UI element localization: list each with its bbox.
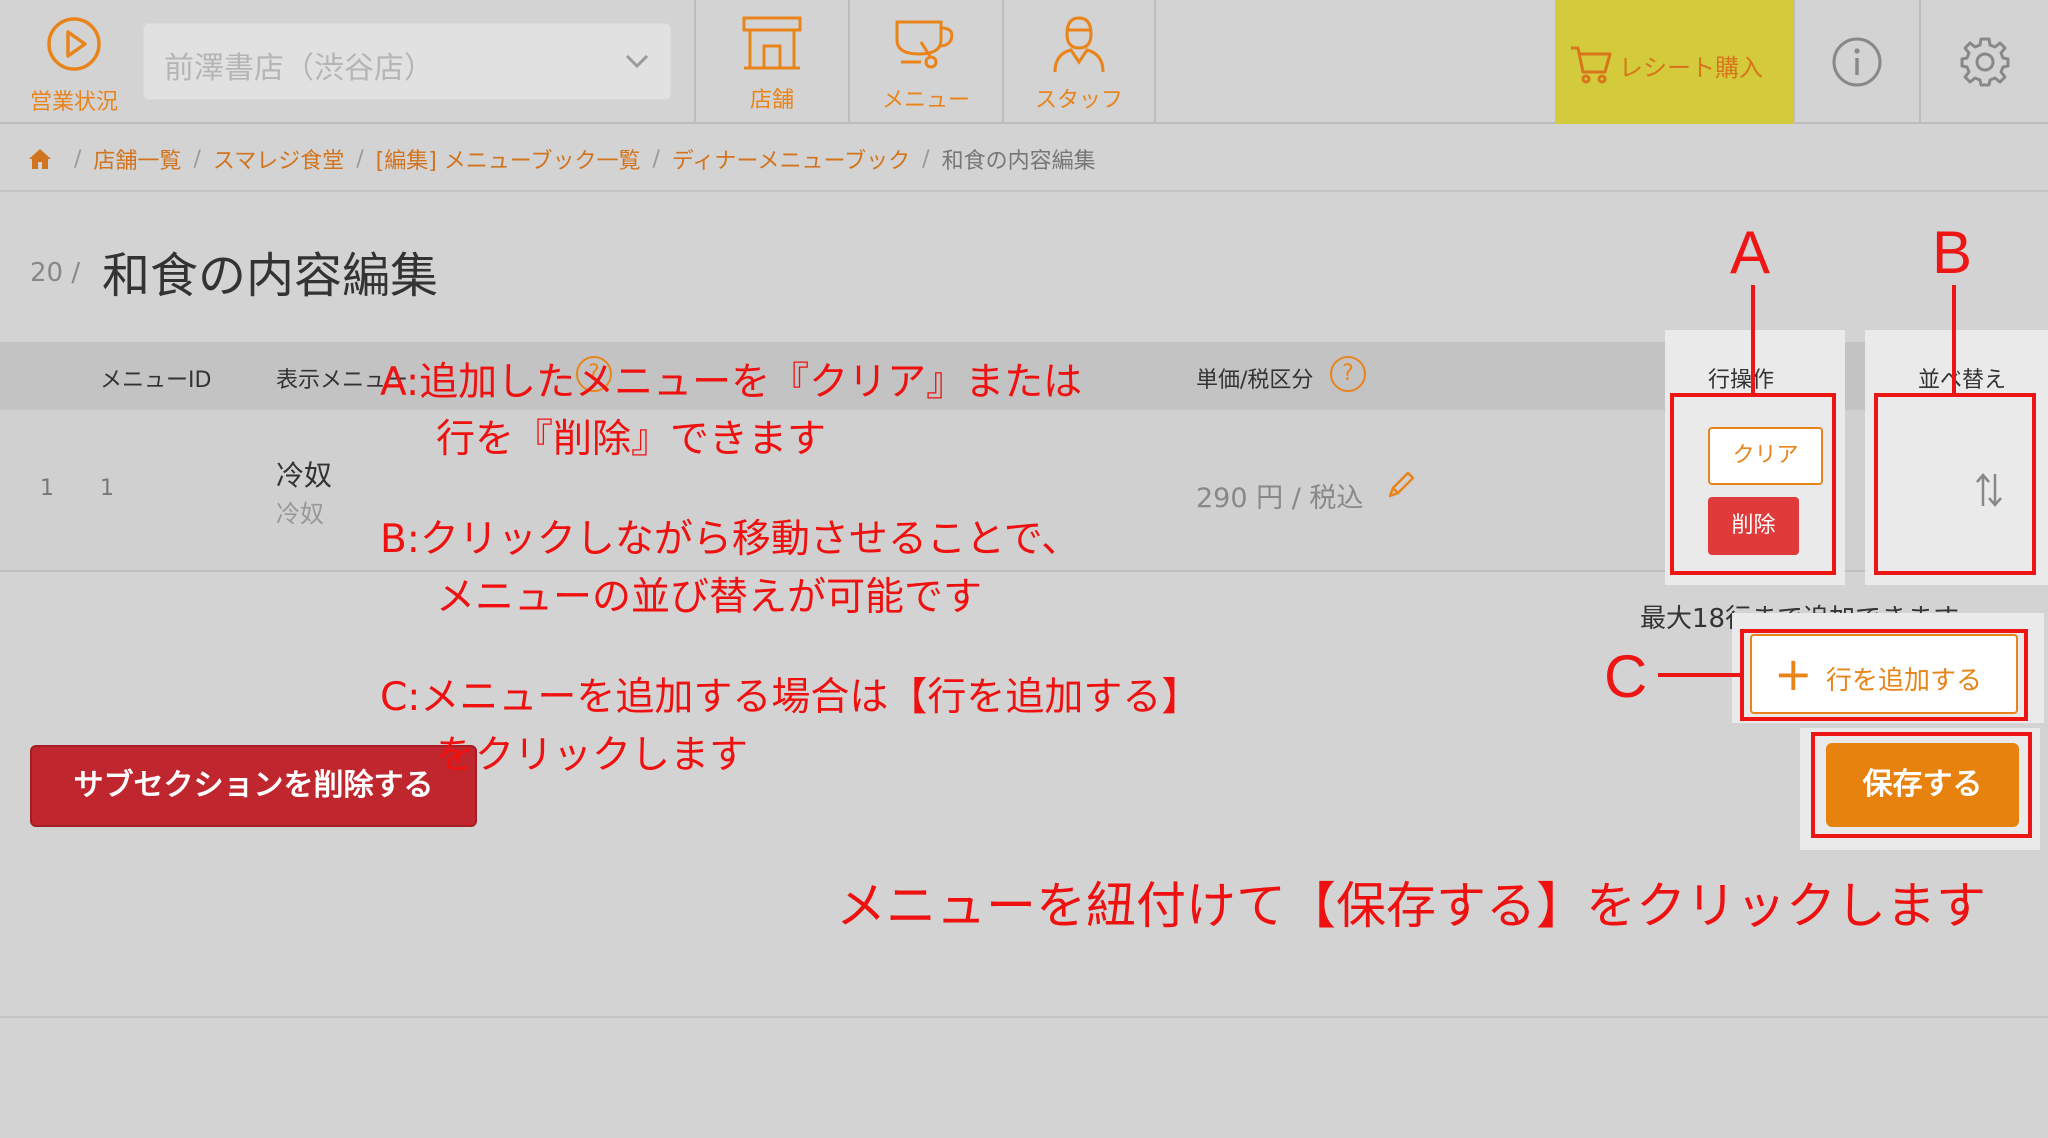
row-menu-name: 冷奴 [276, 459, 333, 492]
annotation-note-save: メニューを紐付けて【保存する】をクリックします [836, 877, 1986, 935]
divider [0, 1016, 2048, 1018]
breadcrumb-store[interactable]: スマレジ食堂 [213, 143, 344, 175]
annotation-line-b [1952, 285, 1956, 395]
settings-button[interactable] [1919, 0, 2048, 124]
breadcrumb-store-list[interactable]: 店舗一覧 [93, 143, 181, 175]
row-menu-id: 1 [100, 476, 114, 501]
annotation-note-b-line1: B:クリックしながら移動させることで、 [380, 517, 1081, 562]
info-button[interactable] [1793, 0, 1919, 124]
help-icon[interactable]: ? [1330, 356, 1366, 392]
play-circle-icon [47, 17, 101, 71]
store-icon [742, 16, 802, 70]
breadcrumb-separator: / [74, 146, 82, 172]
delete-subsection-button[interactable]: サブセクションを削除する [30, 745, 477, 827]
cart-icon [1571, 46, 1612, 84]
store-select[interactable]: 前澤書店（渋谷店） [143, 23, 671, 100]
row-number: 1 [40, 476, 54, 501]
nav-staff-label: スタッフ [1034, 88, 1123, 113]
annotation-box-c [1740, 629, 2028, 721]
pencil-icon[interactable] [1384, 468, 1418, 502]
info-icon [1832, 37, 1882, 87]
business-status-button[interactable]: 営業状況 [0, 0, 148, 124]
annotation-label-c: C [1604, 643, 1648, 710]
gear-icon [1960, 37, 2009, 87]
breadcrumb-separator: / [356, 146, 364, 172]
nav-store-button[interactable]: 店舗 [694, 0, 848, 124]
row-price: 290 円 / 税込 [1196, 483, 1364, 514]
breadcrumb-menubook[interactable]: ディナーメニューブック [672, 143, 910, 175]
annotation-note-a-line2: 行を『削除』できます [436, 417, 827, 462]
annotation-note-c-line1: C:メニューを追加する場合は【行を追加する】 [380, 675, 1201, 720]
nav-menu-button[interactable]: メニュー [848, 0, 1002, 124]
nav-store-label: 店舗 [749, 88, 794, 113]
annotation-box-save [1811, 732, 2032, 838]
breadcrumb: / 店舗一覧 / スマレジ食堂 / [編集] メニューブック一覧 / ディナーメ… [28, 143, 1096, 175]
annotation-label-a: A [1730, 219, 1771, 286]
row-menu-subname: 冷奴 [276, 500, 324, 528]
column-header-row-ops: 行操作 [1708, 368, 1775, 393]
cup-icon [895, 20, 954, 69]
annotation-line-a [1751, 285, 1755, 395]
breadcrumb-separator: / [652, 146, 660, 172]
home-icon[interactable] [28, 148, 52, 170]
nav-menu-label: メニュー [881, 88, 970, 113]
store-select-value: 前澤書店（渋谷店） [164, 51, 434, 86]
chevron-down-icon [625, 54, 649, 69]
receipt-purchase-button[interactable]: レシート購入 [1555, 0, 1793, 124]
annotation-note-b-line2: メニューの並び替えが可能です [436, 575, 983, 620]
annotation-note-a-line1: A:追加したメニューを『クリア』または [380, 360, 1083, 405]
annotation-note-c-line2: をクリックします [436, 733, 749, 778]
column-header-menu-id: メニューID [100, 368, 212, 393]
column-header-price-tax: 単価/税区分 [1196, 368, 1314, 393]
page-number: 20 / [30, 258, 81, 288]
breadcrumb-separator: / [193, 146, 201, 172]
breadcrumb-menubook-list[interactable]: [編集] メニューブック一覧 [376, 143, 641, 175]
receipt-purchase-label: レシート購入 [1619, 54, 1763, 82]
annotation-box-a [1670, 393, 1836, 575]
divider [0, 190, 2048, 192]
annotation-label-b: B [1932, 219, 1973, 286]
staff-icon [1053, 16, 1105, 73]
breadcrumb-current: 和食の内容編集 [941, 149, 1096, 174]
annotation-line-c [1658, 673, 1742, 677]
business-status-label: 営業状況 [29, 90, 118, 115]
annotation-box-b [1874, 393, 2036, 575]
nav-staff-button[interactable]: スタッフ [1002, 0, 1156, 124]
breadcrumb-separator: / [922, 146, 930, 172]
column-header-sort: 並べ替え [1918, 368, 2007, 393]
page-title: 和食の内容編集 [102, 248, 439, 304]
